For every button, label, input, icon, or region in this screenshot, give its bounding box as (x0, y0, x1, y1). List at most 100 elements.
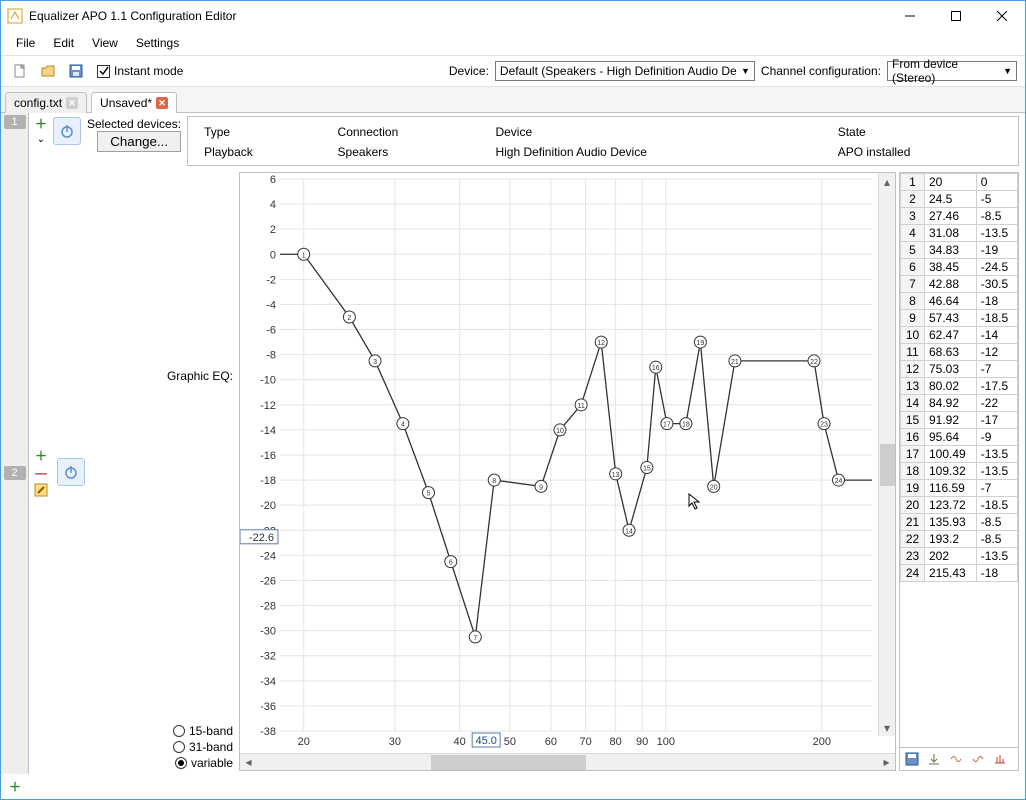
vertical-scrollbar[interactable]: ▴ ▾ (878, 173, 895, 736)
svg-text:1: 1 (302, 252, 306, 259)
svg-text:-24: -24 (260, 550, 276, 562)
radio-variable[interactable]: variable (175, 756, 233, 770)
table-row[interactable]: 22193.2-8.5 (901, 531, 1018, 548)
add-icon[interactable]: ＋ (35, 115, 47, 132)
open-file-icon[interactable] (37, 60, 59, 82)
table-row[interactable]: 1484.92-22 (901, 395, 1018, 412)
table-row[interactable]: 1168.63-12 (901, 344, 1018, 361)
chevron-down-icon: ▼ (741, 66, 750, 76)
table-row[interactable]: 846.64-18 (901, 293, 1018, 310)
svg-text:0: 0 (270, 249, 276, 261)
row-gutter-2: 2 (1, 169, 29, 774)
svg-text:60: 60 (545, 736, 557, 748)
table-row[interactable]: 1062.47-14 (901, 327, 1018, 344)
svg-text:2: 2 (347, 315, 351, 322)
svg-text:200: 200 (813, 736, 831, 748)
table-row[interactable]: 534.83-19 (901, 242, 1018, 259)
svg-text:90: 90 (636, 736, 648, 748)
edit-icon[interactable] (33, 482, 49, 498)
table-row[interactable]: 21135.93-8.5 (901, 514, 1018, 531)
instant-mode-checkbox[interactable]: Instant mode (97, 64, 183, 78)
svg-text:6: 6 (270, 174, 276, 186)
table-row[interactable]: 638.45-24.5 (901, 259, 1018, 276)
save-icon[interactable] (902, 750, 922, 768)
tab-unsaved[interactable]: Unsaved* ✕ (91, 92, 177, 113)
svg-text:-20: -20 (260, 500, 276, 512)
invert-icon[interactable] (946, 750, 966, 768)
table-row[interactable]: 23202-13.5 (901, 548, 1018, 565)
remove-icon[interactable]: — (35, 466, 47, 480)
horizontal-scrollbar[interactable]: ◂ ▸ (240, 753, 895, 770)
svg-text:4: 4 (401, 422, 405, 429)
svg-text:13: 13 (612, 472, 620, 479)
table-row[interactable]: 1275.03-7 (901, 361, 1018, 378)
svg-text:11: 11 (577, 403, 584, 410)
normalize-icon[interactable] (990, 750, 1010, 768)
svg-text:-36: -36 (260, 701, 276, 713)
table-row[interactable]: 18109.32-13.5 (901, 463, 1018, 480)
power-button[interactable] (57, 458, 85, 486)
toolbar: Instant mode Device: Default (Speakers -… (1, 55, 1025, 87)
close-button[interactable] (979, 1, 1025, 31)
table-row[interactable]: 224.5-5 (901, 191, 1018, 208)
close-icon[interactable]: ✕ (156, 97, 168, 109)
table-row[interactable]: 1380.02-17.5 (901, 378, 1018, 395)
scroll-right-icon[interactable]: ▸ (878, 754, 895, 771)
menu-settings[interactable]: Settings (129, 33, 186, 53)
menu-edit[interactable]: Edit (46, 33, 81, 53)
radio-31band[interactable]: 31-band (173, 740, 233, 754)
expand-icon[interactable]: ⌄ (37, 134, 45, 145)
table-row[interactable]: 431.08-13.5 (901, 225, 1018, 242)
td-type: Playback (196, 143, 327, 161)
save-file-icon[interactable] (65, 60, 87, 82)
scroll-down-icon[interactable]: ▾ (879, 719, 895, 736)
svg-text:5: 5 (427, 491, 431, 498)
reset-icon[interactable] (968, 750, 988, 768)
menubar: File Edit View Settings (1, 31, 1025, 55)
add-icon[interactable]: ＋ (35, 447, 47, 464)
scroll-left-icon[interactable]: ◂ (240, 754, 257, 771)
radio-15band[interactable]: 15-band (173, 724, 233, 738)
table-row[interactable]: 742.88-30.5 (901, 276, 1018, 293)
minimize-button[interactable] (887, 1, 933, 31)
svg-text:-10: -10 (260, 375, 276, 387)
new-file-icon[interactable] (9, 60, 31, 82)
table-row[interactable]: 20123.72-18.5 (901, 497, 1018, 514)
table-row[interactable]: 1200 (901, 174, 1018, 191)
table-row[interactable]: 1695.64-9 (901, 429, 1018, 446)
table-row[interactable]: 957.43-18.5 (901, 310, 1018, 327)
check-icon (97, 65, 110, 78)
menu-file[interactable]: File (9, 33, 42, 53)
th-device: Device (487, 123, 827, 141)
table-row[interactable]: 24215.43-18 (901, 565, 1018, 582)
table-row[interactable]: 327.46-8.5 (901, 208, 1018, 225)
maximize-button[interactable] (933, 1, 979, 31)
svg-text:-12: -12 (260, 400, 276, 412)
svg-text:21: 21 (731, 359, 739, 366)
menu-view[interactable]: View (85, 33, 125, 53)
svg-text:6: 6 (449, 560, 453, 567)
svg-text:40: 40 (454, 736, 466, 748)
close-icon[interactable]: ✕ (66, 97, 78, 109)
data-table-body[interactable]: 1200224.5-5327.46-8.5431.08-13.5534.83-1… (900, 173, 1018, 747)
svg-text:20: 20 (298, 736, 310, 748)
svg-text:-30: -30 (260, 626, 276, 638)
device-value: Default (Speakers - High Definition Audi… (500, 64, 737, 78)
eq-chart[interactable]: 6420-2-4-6-8-10-12-14-16-18-20-22-24-26-… (239, 172, 896, 771)
table-row[interactable]: 19116.59-7 (901, 480, 1018, 497)
graphic-eq-label: Graphic EQ: (89, 369, 233, 383)
power-button[interactable] (53, 117, 81, 145)
table-row[interactable]: 1591.92-17 (901, 412, 1018, 429)
scroll-up-icon[interactable]: ▴ (879, 173, 895, 190)
channel-combo[interactable]: From device (Stereo) ▼ (887, 61, 1017, 81)
add-filter-icon[interactable]: ＋ (9, 780, 21, 794)
svg-text:12: 12 (597, 340, 605, 347)
svg-text:-6: -6 (266, 325, 276, 337)
device-combo[interactable]: Default (Speakers - High Definition Audi… (495, 61, 755, 81)
svg-text:80: 80 (610, 736, 622, 748)
svg-text:15: 15 (643, 466, 651, 473)
import-icon[interactable] (924, 750, 944, 768)
tab-config[interactable]: config.txt ✕ (5, 92, 87, 113)
table-row[interactable]: 17100.49-13.5 (901, 446, 1018, 463)
change-button[interactable]: Change... (97, 131, 181, 152)
